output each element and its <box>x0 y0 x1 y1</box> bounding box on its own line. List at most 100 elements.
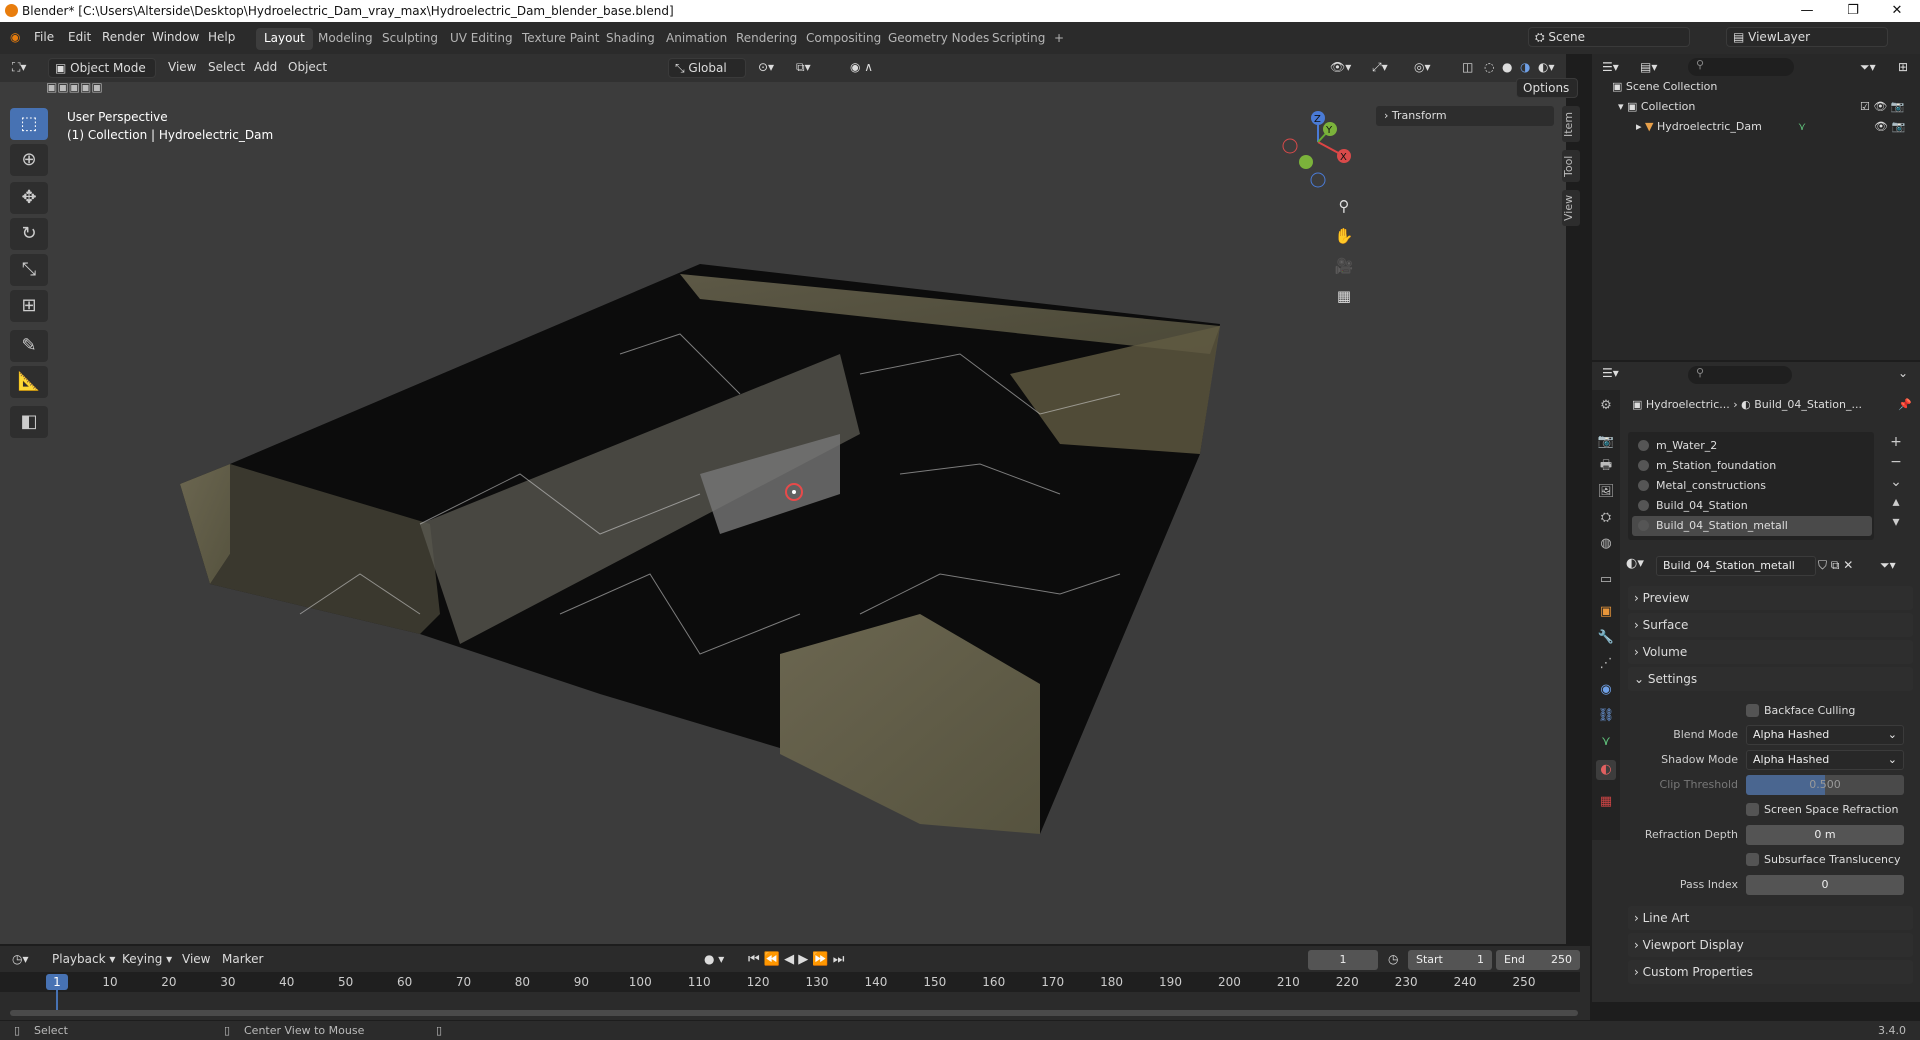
transform-tool-icon[interactable]: ⊞ <box>10 290 48 322</box>
move-tool-icon[interactable]: ✥ <box>10 182 48 214</box>
side-tab-view[interactable]: View <box>1562 190 1580 226</box>
pivot-icon[interactable]: ⊙▾ <box>758 60 774 74</box>
side-tab-item[interactable]: Item <box>1562 106 1580 142</box>
end-frame-field[interactable]: End 250 <box>1496 950 1580 970</box>
annotate-tool-icon[interactable]: ✎ <box>10 330 48 362</box>
3d-viewport[interactable]: Z Y X <box>0 54 1566 944</box>
gizmo-toggle-icon[interactable]: ⤢▾ <box>1372 60 1388 75</box>
options-dropdown[interactable]: Options <box>1516 78 1578 98</box>
collection-properties-icon[interactable]: ▭ <box>1596 570 1616 590</box>
select-box-tool-icon[interactable]: ⬚ <box>10 108 48 140</box>
workspace-tab-sculpting[interactable]: Sculpting <box>374 28 446 50</box>
transform-orientation-selector[interactable]: ⤡ Global <box>668 58 746 78</box>
viewport-menu-view[interactable]: View <box>168 60 196 74</box>
screen-space-refraction-checkbox[interactable] <box>1746 803 1759 816</box>
cursor-tool-icon[interactable]: ⊕ <box>10 144 48 176</box>
current-frame-field[interactable]: 1 <box>1308 950 1378 970</box>
data-properties-icon[interactable]: ⋎ <box>1596 732 1616 752</box>
material-slot[interactable]: m_Station_foundation <box>1632 456 1872 476</box>
scene-selector[interactable]: ⛭ Scene <box>1528 27 1690 47</box>
material-properties-icon[interactable]: ◐ <box>1596 760 1616 780</box>
proportional-edit-icon[interactable]: ◉ ∧ <box>850 60 873 74</box>
timeline-menu-keying[interactable]: Keying ▾ <box>122 952 172 966</box>
viewport-menu-object[interactable]: Object <box>288 60 327 74</box>
menu-help[interactable]: Help <box>208 30 235 44</box>
view-layer-properties-icon[interactable]: 🖼 <box>1596 482 1616 502</box>
outliner-display-mode-icon[interactable]: ▤▾ <box>1640 60 1657 74</box>
playback-controls-icons[interactable]: ⏮ ⏪ ◀ ▶ ⏩ ⏭ <box>748 952 844 967</box>
pan-hand-icon[interactable]: ✋ <box>1330 222 1358 250</box>
rotate-tool-icon[interactable]: ↻ <box>10 218 48 250</box>
new-collection-icon[interactable]: ⊞ <box>1898 60 1908 74</box>
menu-render[interactable]: Render <box>102 30 145 44</box>
material-slot[interactable]: Build_04_Station <box>1632 496 1872 516</box>
particle-properties-icon[interactable]: ⋰ <box>1596 654 1616 674</box>
visibility-icon[interactable]: 👁▾ <box>1330 60 1351 74</box>
workspace-tab-rendering[interactable]: Rendering <box>728 28 805 50</box>
slot-specials-icon[interactable]: ⌄ <box>1886 472 1906 492</box>
menu-edit[interactable]: Edit <box>68 30 91 44</box>
material-shading-icon[interactable]: ◑ <box>1520 60 1530 74</box>
blend-mode-dropdown[interactable]: Alpha Hashed ⌄ <box>1746 725 1904 745</box>
object-visibility-icons[interactable]: 👁 📷 <box>1874 120 1905 133</box>
material-user-icons[interactable]: ⛉ ⧉ ✕ <box>1818 558 1853 573</box>
object-properties-icon[interactable]: ▣ <box>1596 602 1616 622</box>
section-preview[interactable]: › Preview <box>1628 586 1913 610</box>
remove-slot-icon[interactable]: − <box>1886 452 1906 472</box>
move-slot-down-icon[interactable]: ▾ <box>1886 512 1906 532</box>
texture-properties-icon[interactable]: ▦ <box>1596 792 1616 812</box>
workspace-tab-texture-paint[interactable]: Texture Paint <box>514 28 607 50</box>
side-tab-tool[interactable]: Tool <box>1562 150 1580 182</box>
auto-keying-icon[interactable]: ● ▾ <box>704 952 724 966</box>
material-slot[interactable]: m_Water_2 <box>1632 436 1872 456</box>
workspace-tab-scripting[interactable]: Scripting <box>984 28 1053 50</box>
render-properties-icon[interactable]: 📷 <box>1596 432 1616 452</box>
timeline-menu-playback[interactable]: Playback ▾ <box>52 952 115 966</box>
minimize-button[interactable]: — <box>1784 0 1830 22</box>
material-name-field[interactable]: Build_04_Station_metall <box>1656 556 1816 576</box>
pin-icon[interactable]: 📌 <box>1898 398 1912 411</box>
tool-properties-icon[interactable]: ⚙ <box>1596 396 1616 416</box>
workspace-tab-compositing[interactable]: Compositing <box>798 28 889 50</box>
pass-index-field[interactable]: 0 <box>1746 875 1904 895</box>
world-properties-icon[interactable]: ◍ <box>1596 534 1616 554</box>
add-workspace-button[interactable]: + <box>1046 28 1072 50</box>
outliner-search-input[interactable]: ⚲ <box>1688 58 1794 76</box>
material-link-icon[interactable]: ⏷▾ <box>1880 558 1896 573</box>
filter-icon[interactable]: ⏷▾ <box>1860 60 1876 75</box>
viewport-menu-add[interactable]: Add <box>254 60 277 74</box>
subsurface-translucency-checkbox[interactable] <box>1746 853 1759 866</box>
start-frame-field[interactable]: Start 1 <box>1408 950 1492 970</box>
outliner-object-row[interactable]: ▸ ▼ Hydroelectric_Dam <box>1636 120 1762 133</box>
shadow-mode-dropdown[interactable]: Alpha Hashed ⌄ <box>1746 750 1904 770</box>
select-mode-icons[interactable]: ▣▣▣▣▣ <box>46 80 103 94</box>
workspace-tab-geometry-nodes[interactable]: Geometry Nodes <box>880 28 997 50</box>
overlay-toggle-icon[interactable]: ◎▾ <box>1414 60 1431 74</box>
chevron-down-icon[interactable]: ⌄ <box>1898 366 1908 380</box>
add-cube-tool-icon[interactable]: ◧ <box>10 406 48 438</box>
timeline-scrollbar[interactable] <box>10 1010 1578 1016</box>
solid-shading-icon[interactable]: ● <box>1502 60 1512 74</box>
physics-properties-icon[interactable]: ◉ <box>1596 680 1616 700</box>
mode-selector[interactable]: ▣ Object Mode <box>48 58 156 78</box>
properties-search-input[interactable]: ⚲ <box>1688 366 1792 384</box>
transform-panel-header[interactable]: › Transform <box>1376 106 1554 126</box>
modifier-properties-icon[interactable]: 🔧 <box>1596 628 1616 648</box>
outliner-scene-collection[interactable]: ▣ Scene Collection <box>1612 80 1717 93</box>
workspace-tab-shading[interactable]: Shading <box>598 28 663 50</box>
blender-menu-icon[interactable]: ◉ <box>10 30 20 44</box>
add-slot-icon[interactable]: + <box>1886 432 1906 452</box>
workspace-tab-layout[interactable]: Layout <box>256 28 313 50</box>
menu-file[interactable]: File <box>34 30 54 44</box>
section-custom-properties[interactable]: › Custom Properties <box>1628 960 1913 984</box>
preview-range-icon[interactable]: ◷ <box>1388 952 1398 966</box>
xray-icon[interactable]: ◫ <box>1462 60 1473 74</box>
outliner-collection-row[interactable]: ▾ ▣ Collection <box>1618 100 1695 113</box>
camera-view-icon[interactable]: 🎥 <box>1330 252 1358 280</box>
workspace-tab-modeling[interactable]: Modeling <box>310 28 381 50</box>
workspace-tab-animation[interactable]: Animation <box>658 28 735 50</box>
section-viewport-display[interactable]: › Viewport Display <box>1628 933 1913 957</box>
refraction-depth-field[interactable]: 0 m <box>1746 825 1904 845</box>
material-slot[interactable]: Metal_constructions <box>1632 476 1872 496</box>
wireframe-shading-icon[interactable]: ◌ <box>1484 60 1494 74</box>
